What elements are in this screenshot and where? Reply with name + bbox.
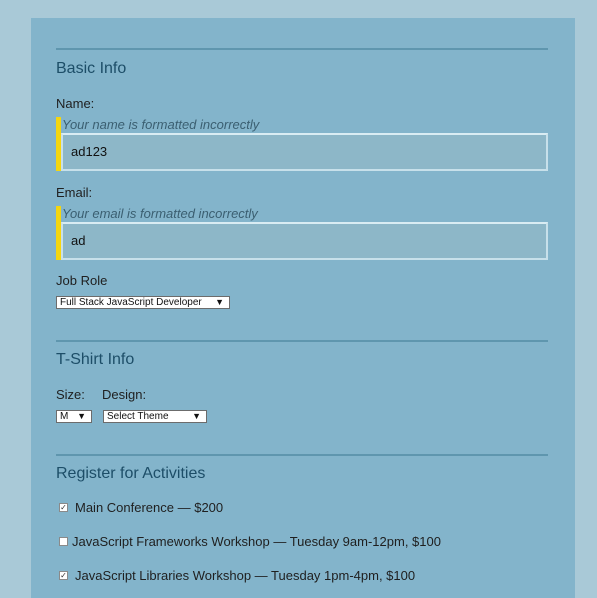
design-select[interactable]: Select Theme ▼ bbox=[103, 410, 207, 423]
chevron-down-icon: ▼ bbox=[192, 411, 201, 421]
email-label: Email: bbox=[56, 185, 93, 200]
design-selected-value: Select Theme bbox=[107, 411, 169, 422]
check-icon: ✓ bbox=[60, 503, 67, 512]
email-error-message: Your email is formatted incorrectly bbox=[62, 206, 258, 221]
activity-label-libraries-workshop: JavaScript Libraries Workshop — Tuesday … bbox=[75, 568, 416, 583]
name-error-message: Your name is formatted incorrectly bbox=[62, 117, 260, 132]
name-error-block: Your name is formatted incorrectly ad123 bbox=[56, 117, 553, 171]
design-label: Design: bbox=[102, 387, 147, 402]
size-selected-value: M bbox=[60, 411, 69, 422]
frameworks-workshop-checkbox[interactable] bbox=[59, 537, 68, 546]
name-input[interactable]: ad123 bbox=[61, 133, 548, 171]
registration-form: Basic Info Name: Your name is formatted … bbox=[31, 18, 575, 598]
section-divider bbox=[56, 340, 548, 342]
chevron-down-icon: ▼ bbox=[77, 411, 86, 421]
activity-label-main-conference: Main Conference — $200 bbox=[75, 500, 224, 515]
main-conference-checkbox[interactable]: ✓ bbox=[59, 503, 68, 512]
check-icon: ✓ bbox=[60, 571, 67, 580]
job-role-selected-value: Full Stack JavaScript Developer bbox=[60, 297, 202, 308]
email-input[interactable]: ad bbox=[61, 222, 548, 260]
activity-label-frameworks-workshop: JavaScript Frameworks Workshop — Tuesday… bbox=[72, 534, 441, 549]
name-label: Name: bbox=[56, 96, 95, 111]
section-divider bbox=[56, 48, 548, 50]
section-divider bbox=[56, 454, 548, 456]
tshirt-info-title: T-Shirt Info bbox=[56, 351, 135, 368]
libraries-workshop-checkbox[interactable]: ✓ bbox=[59, 571, 68, 580]
size-label: Size: bbox=[56, 387, 85, 402]
basic-info-title: Basic Info bbox=[56, 60, 127, 77]
job-role-select[interactable]: Full Stack JavaScript Developer ▼ bbox=[56, 296, 230, 309]
job-role-label: Job Role bbox=[56, 273, 108, 288]
email-error-block: Your email is formatted incorrectly ad bbox=[56, 206, 553, 260]
activities-title: Register for Activities bbox=[56, 465, 206, 482]
chevron-down-icon: ▼ bbox=[215, 297, 224, 307]
size-select[interactable]: M ▼ bbox=[56, 410, 92, 423]
